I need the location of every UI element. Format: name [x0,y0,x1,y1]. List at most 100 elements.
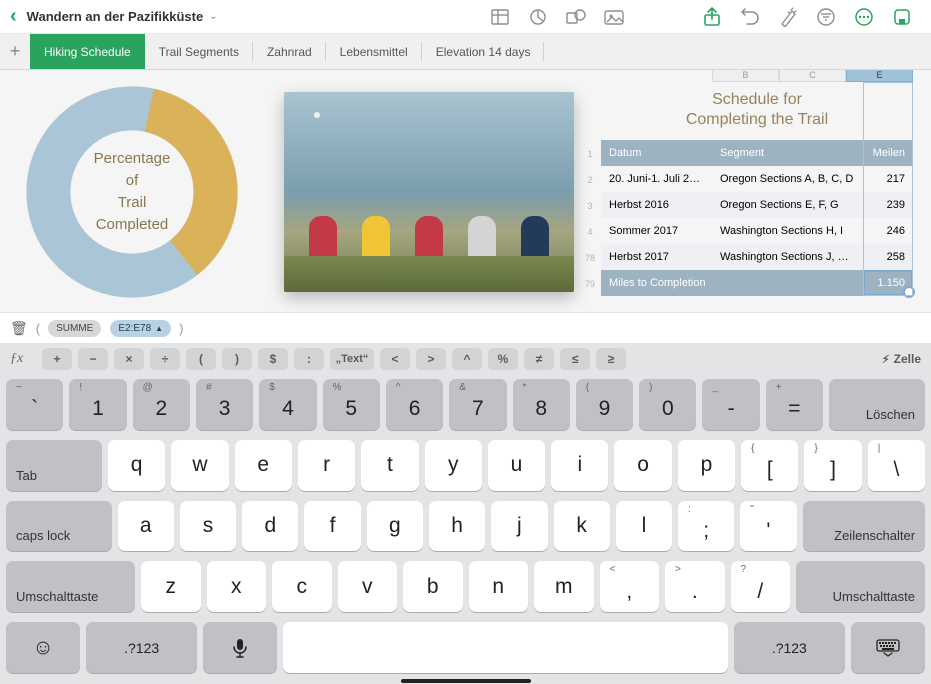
key-numswitch-left[interactable]: .?123 [86,622,197,673]
filter-icon[interactable] [813,4,839,30]
key-j[interactable]: j [491,501,547,552]
key-mic-icon[interactable] [203,622,277,673]
key-2[interactable]: @2 [133,379,190,430]
table-row[interactable]: Herbst 2017Washington Sections J, K, L25… [601,244,913,270]
key-r[interactable]: r [298,440,355,491]
op-times[interactable]: × [114,348,144,370]
op-lt[interactable]: < [380,348,410,370]
format-icon[interactable] [775,4,801,30]
key-g[interactable]: g [367,501,423,552]
key-7[interactable]: &7 [449,379,506,430]
key-i[interactable]: i [551,440,608,491]
key-c[interactable]: c [272,561,332,612]
key-5[interactable]: %5 [323,379,380,430]
key-m[interactable]: m [534,561,594,612]
op-gt[interactable]: > [416,348,446,370]
column-header-e[interactable]: E [846,70,913,82]
key-minus[interactable]: _- [702,379,759,430]
share-icon[interactable] [699,4,725,30]
key-a[interactable]: a [118,501,174,552]
op-colon[interactable]: : [294,348,324,370]
key-space[interactable] [283,622,728,673]
table-row[interactable]: Sommer 2017Washington Sections H, I246 [601,218,913,244]
key-dismiss-keyboard-icon[interactable] [851,622,925,673]
key-e[interactable]: e [235,440,292,491]
key-4[interactable]: $4 [259,379,316,430]
key-backtick[interactable]: ~` [6,379,63,430]
key-equals[interactable]: += [766,379,823,430]
key-capslock[interactable]: caps lock [6,501,112,552]
key-f[interactable]: f [304,501,360,552]
tab-elevation[interactable]: Elevation 14 days [422,34,545,69]
insert-icon[interactable] [889,4,915,30]
key-quote[interactable]: "' [740,501,796,552]
title-chevron-icon[interactable]: ⌄ [209,11,217,22]
key-rbracket[interactable]: }] [804,440,861,491]
formula-reference[interactable]: E2:E78▲ [110,320,171,337]
tab-trail-segments[interactable]: Trail Segments [145,34,253,69]
column-header-b[interactable]: B [712,70,779,82]
key-v[interactable]: v [338,561,398,612]
key-comma[interactable]: <, [600,561,660,612]
column-headers[interactable]: B C E [601,70,913,82]
key-shift-right[interactable]: Umschalttaste [796,561,925,612]
op-le[interactable]: ≤ [560,348,590,370]
media-icon[interactable] [601,4,627,30]
op-rparen[interactable]: ) [222,348,252,370]
key-o[interactable]: o [614,440,671,491]
op-lparen[interactable]: ( [186,348,216,370]
more-icon[interactable] [851,4,877,30]
key-z[interactable]: z [141,561,201,612]
key-1[interactable]: !1 [69,379,126,430]
shapes-icon[interactable] [563,4,589,30]
key-n[interactable]: n [469,561,529,612]
undo-icon[interactable] [737,4,763,30]
key-l[interactable]: l [616,501,672,552]
photo-image[interactable] [284,92,574,292]
key-t[interactable]: t [361,440,418,491]
schedule-table[interactable]: 12347879 B C E Schedule forCompleting th… [601,70,913,296]
op-ne[interactable]: ≠ [524,348,554,370]
donut-chart[interactable]: PercentageofTrailCompleted [22,82,242,302]
key-h[interactable]: h [429,501,485,552]
key-b[interactable]: b [403,561,463,612]
op-div[interactable]: ÷ [150,348,180,370]
key-k[interactable]: k [554,501,610,552]
key-d[interactable]: d [242,501,298,552]
column-header-c[interactable]: C [779,70,846,82]
key-q[interactable]: q [108,440,165,491]
op-caret[interactable]: ^ [452,348,482,370]
add-sheet-button[interactable]: + [0,34,30,69]
table-row[interactable]: Herbst 2016Oregon Sections E, F, G239 [601,192,913,218]
key-s[interactable]: s [180,501,236,552]
key-numswitch-right[interactable]: .?123 [734,622,845,673]
op-minus[interactable]: − [78,348,108,370]
key-period[interactable]: >. [665,561,725,612]
key-w[interactable]: w [171,440,228,491]
op-ge[interactable]: ≥ [596,348,626,370]
cell-ref-button[interactable]: ⚡︎Zelle [882,352,921,366]
key-enter[interactable]: Zeilenschalter [803,501,926,552]
key-tab[interactable]: Tab [6,440,102,491]
key-lbracket[interactable]: {[ [741,440,798,491]
op-pct[interactable]: % [488,348,518,370]
key-delete[interactable]: Löschen [829,379,925,430]
tab-lebensmittel[interactable]: Lebensmittel [326,34,422,69]
fx-icon[interactable]: ƒx [10,351,36,367]
tab-hiking-schedule[interactable]: Hiking Schedule [30,34,145,69]
op-dollar[interactable]: $ [258,348,288,370]
key-8[interactable]: *8 [513,379,570,430]
key-0[interactable]: )0 [639,379,696,430]
trash-icon[interactable]: 🗑 [10,320,28,337]
table-row[interactable]: 20. Juni-1. Juli 2016Oregon Sections A, … [601,166,913,192]
tab-zahnrad[interactable]: Zahnrad [253,34,326,69]
key-semicolon[interactable]: :; [678,501,734,552]
key-x[interactable]: x [207,561,267,612]
formula-bar[interactable]: 🗑 ( SUMME E2:E78▲ ) [0,312,931,344]
back-chevron-icon[interactable]: ‹ [10,5,17,28]
table-icon[interactable] [487,4,513,30]
key-3[interactable]: #3 [196,379,253,430]
key-u[interactable]: u [488,440,545,491]
document-title[interactable]: Wandern an der Pazifikküste [27,9,204,24]
key-9[interactable]: (9 [576,379,633,430]
